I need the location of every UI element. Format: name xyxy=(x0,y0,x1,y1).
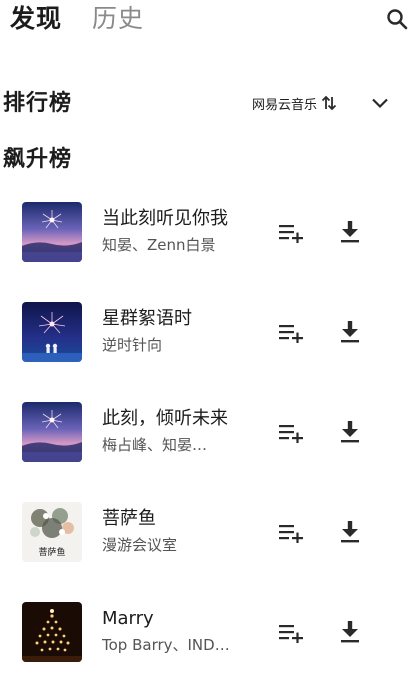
song-row[interactable]: 星群絮语时 逆时针向 xyxy=(0,300,412,400)
song-artist: 梅占峰、知晏… xyxy=(102,436,208,454)
song-row[interactable]: 当此刻听见你我 知晏、Zenn白景 xyxy=(0,200,412,300)
source-label: 网易云音乐 xyxy=(252,97,318,113)
song-cover xyxy=(22,302,82,362)
song-artist: 知晏、Zenn白景 xyxy=(102,236,216,254)
chevron-down-icon xyxy=(372,98,388,109)
search-icon xyxy=(387,9,408,30)
download-button[interactable] xyxy=(336,618,364,646)
song-row[interactable]: Marry Top Barry、IND… xyxy=(0,600,412,700)
download-icon xyxy=(341,221,359,243)
song-artist: Top Barry、IND… xyxy=(102,636,230,654)
song-row[interactable]: 菩萨鱼 菩萨鱼 漫游会议室 xyxy=(0,500,412,600)
cover-text: 菩萨鱼 xyxy=(38,546,65,558)
source-selector[interactable]: 网易云音乐 xyxy=(252,92,337,114)
song-cover xyxy=(22,202,82,262)
song-artist: 逆时针向 xyxy=(102,336,163,354)
download-icon xyxy=(341,421,359,443)
add-to-playlist-button[interactable] xyxy=(276,320,306,346)
download-icon xyxy=(341,521,359,543)
playlist-add-icon xyxy=(279,225,303,243)
song-cover xyxy=(22,402,82,462)
tab-discover[interactable]: 发现 xyxy=(10,3,62,35)
song-title: Marry xyxy=(102,608,154,629)
song-cover: 菩萨鱼 xyxy=(22,502,82,562)
download-button[interactable] xyxy=(336,418,364,446)
playlist-add-icon xyxy=(279,525,303,543)
top-bar: 发现 历史 xyxy=(0,0,412,40)
song-cover xyxy=(22,602,82,662)
playlist-add-icon xyxy=(279,425,303,443)
song-title: 菩萨鱼 xyxy=(102,508,156,529)
playlist-add-icon xyxy=(279,325,303,343)
download-button[interactable] xyxy=(336,218,364,246)
sort-arrows-icon xyxy=(321,94,337,112)
download-button[interactable] xyxy=(336,518,364,546)
song-artist: 漫游会议室 xyxy=(102,536,178,554)
expand-button[interactable] xyxy=(368,92,392,114)
song-title: 星群絮语时 xyxy=(102,308,192,329)
add-to-playlist-button[interactable] xyxy=(276,420,306,446)
playlist-add-icon xyxy=(279,625,303,643)
soaring-title: 飙升榜 xyxy=(3,147,73,172)
add-to-playlist-button[interactable] xyxy=(276,520,306,546)
add-to-playlist-button[interactable] xyxy=(276,620,306,646)
tab-history[interactable]: 历史 xyxy=(92,3,144,35)
song-row[interactable]: 此刻，倾听未来 梅占峰、知晏… xyxy=(0,400,412,500)
download-button[interactable] xyxy=(336,318,364,346)
song-title: 当此刻听见你我 xyxy=(102,208,228,229)
song-title: 此刻，倾听未来 xyxy=(102,408,228,429)
song-list: 当此刻听见你我 知晏、Zenn白景 星群絮语时 逆时针向 此刻，倾听未来 梅占峰… xyxy=(0,200,412,700)
ranking-title: 排行榜 xyxy=(3,91,73,116)
add-to-playlist-button[interactable] xyxy=(276,220,306,246)
download-icon xyxy=(341,321,359,343)
search-button[interactable] xyxy=(382,2,412,36)
download-icon xyxy=(341,621,359,643)
